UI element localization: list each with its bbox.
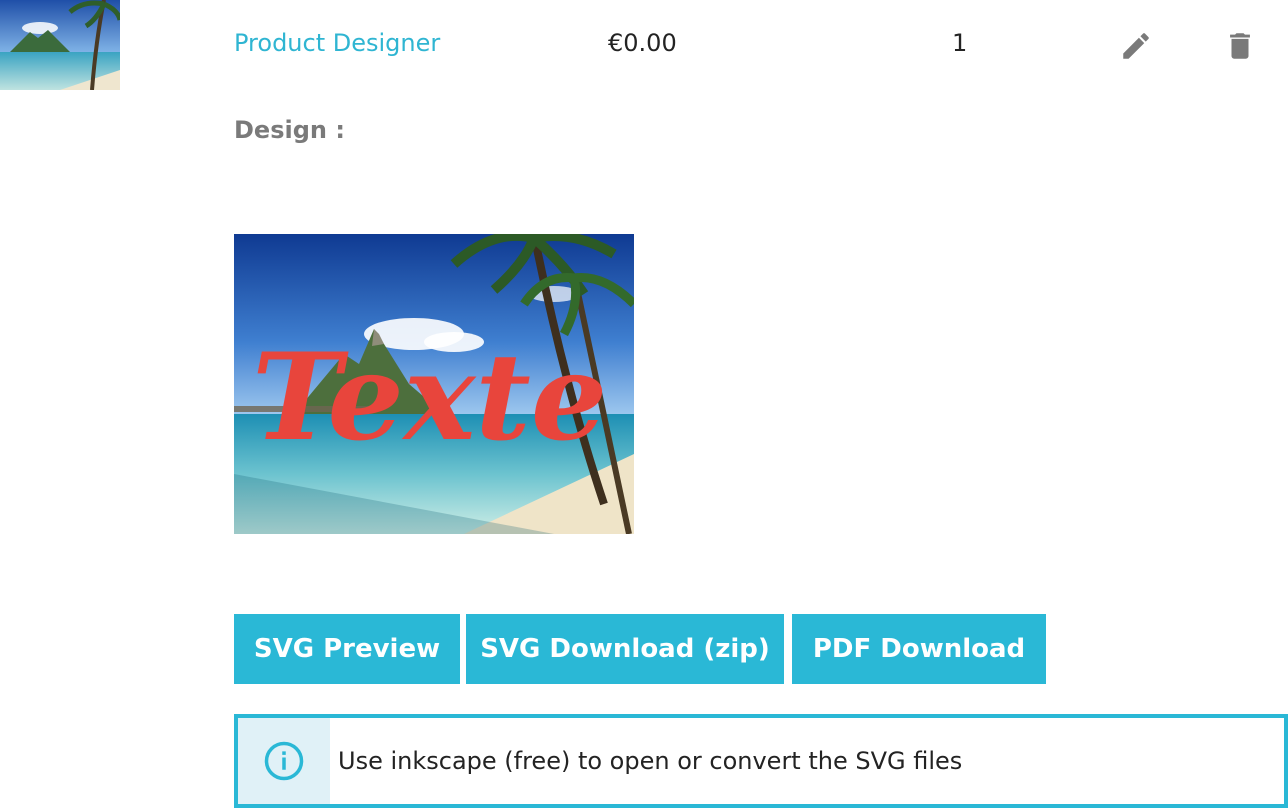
info-icon-container — [238, 718, 330, 804]
trash-icon — [1230, 33, 1250, 59]
product-quantity: 1 — [952, 29, 968, 57]
info-message: Use inkscape (free) to open or convert t… — [338, 747, 963, 775]
beach-design-image: Texte — [234, 234, 634, 534]
edit-button[interactable] — [1118, 28, 1154, 64]
design-label: Design : — [234, 116, 345, 144]
pencil-icon — [1123, 33, 1149, 59]
design-overlay-text: Texte — [252, 327, 607, 468]
svg-preview-button[interactable]: SVG Preview — [234, 614, 460, 684]
delete-button[interactable] — [1222, 28, 1258, 64]
design-preview-image: Texte — [234, 234, 634, 534]
info-alert: Use inkscape (free) to open or convert t… — [234, 714, 1288, 808]
svg-download-button[interactable]: SVG Download (zip) — [466, 614, 784, 684]
beach-thumbnail-image — [0, 0, 120, 90]
product-thumbnail[interactable] — [0, 0, 120, 90]
info-circle-icon — [264, 741, 304, 781]
product-price: €0.00 — [608, 29, 677, 57]
pdf-download-button[interactable]: PDF Download — [792, 614, 1046, 684]
product-name-link[interactable]: Product Designer — [234, 29, 440, 57]
